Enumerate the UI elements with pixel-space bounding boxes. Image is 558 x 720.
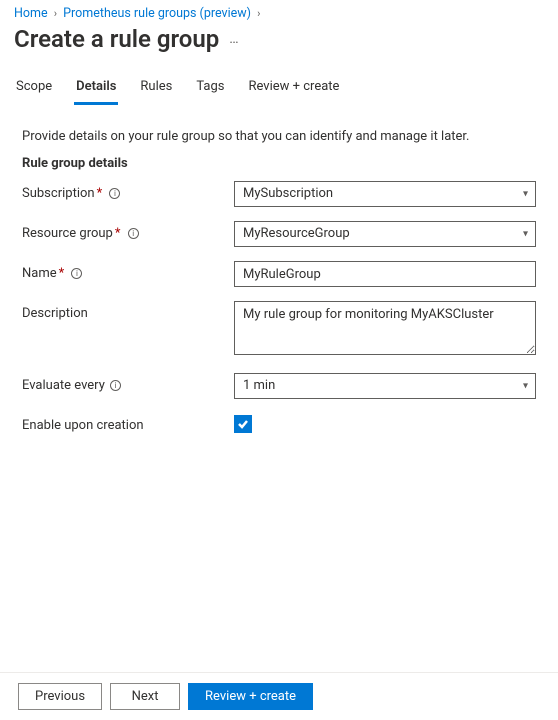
breadcrumb-home[interactable]: Home: [14, 6, 48, 21]
section-title: Rule group details: [22, 156, 536, 171]
form-content: Provide details on your rule group so th…: [0, 105, 558, 434]
enable-upon-creation-label: Enable upon creation: [22, 413, 234, 433]
description-textarea[interactable]: [234, 301, 536, 355]
wizard-footer: Previous Next Review + create: [0, 672, 558, 720]
tab-rules[interactable]: Rules: [138, 73, 174, 105]
previous-button[interactable]: Previous: [18, 683, 102, 710]
tab-list: Scope Details Rules Tags Review + create: [0, 61, 558, 105]
more-icon[interactable]: …: [229, 31, 239, 47]
evaluate-every-select[interactable]: 1 min: [234, 373, 536, 399]
info-icon[interactable]: i: [109, 188, 120, 199]
tab-tags[interactable]: Tags: [194, 73, 226, 105]
description-label: Description: [22, 301, 234, 321]
evaluate-every-label: Evaluate every i: [22, 373, 234, 393]
name-input[interactable]: [234, 261, 536, 287]
name-label: Name* i: [22, 261, 234, 281]
tab-review-create[interactable]: Review + create: [246, 73, 341, 105]
tab-details[interactable]: Details: [74, 73, 118, 105]
next-button[interactable]: Next: [110, 683, 180, 710]
breadcrumb: Home › Prometheus rule groups (preview) …: [0, 0, 558, 21]
chevron-right-icon: ›: [257, 7, 260, 20]
enable-upon-creation-checkbox[interactable]: [234, 415, 252, 433]
resource-group-select[interactable]: MyResourceGroup: [234, 221, 536, 247]
info-icon[interactable]: i: [128, 228, 139, 239]
review-create-button[interactable]: Review + create: [188, 683, 313, 710]
tab-scope[interactable]: Scope: [14, 73, 54, 105]
info-icon[interactable]: i: [71, 268, 82, 279]
chevron-right-icon: ›: [54, 7, 57, 20]
resource-group-label: Resource group* i: [22, 221, 234, 241]
checkmark-icon: [237, 418, 249, 430]
subscription-label: Subscription* i: [22, 181, 234, 201]
subscription-select[interactable]: MySubscription: [234, 181, 536, 207]
intro-text: Provide details on your rule group so th…: [22, 129, 536, 144]
page-title: Create a rule group: [14, 25, 219, 53]
page-header: Create a rule group …: [0, 21, 558, 61]
info-icon[interactable]: i: [110, 380, 121, 391]
breadcrumb-parent[interactable]: Prometheus rule groups (preview): [63, 6, 251, 21]
